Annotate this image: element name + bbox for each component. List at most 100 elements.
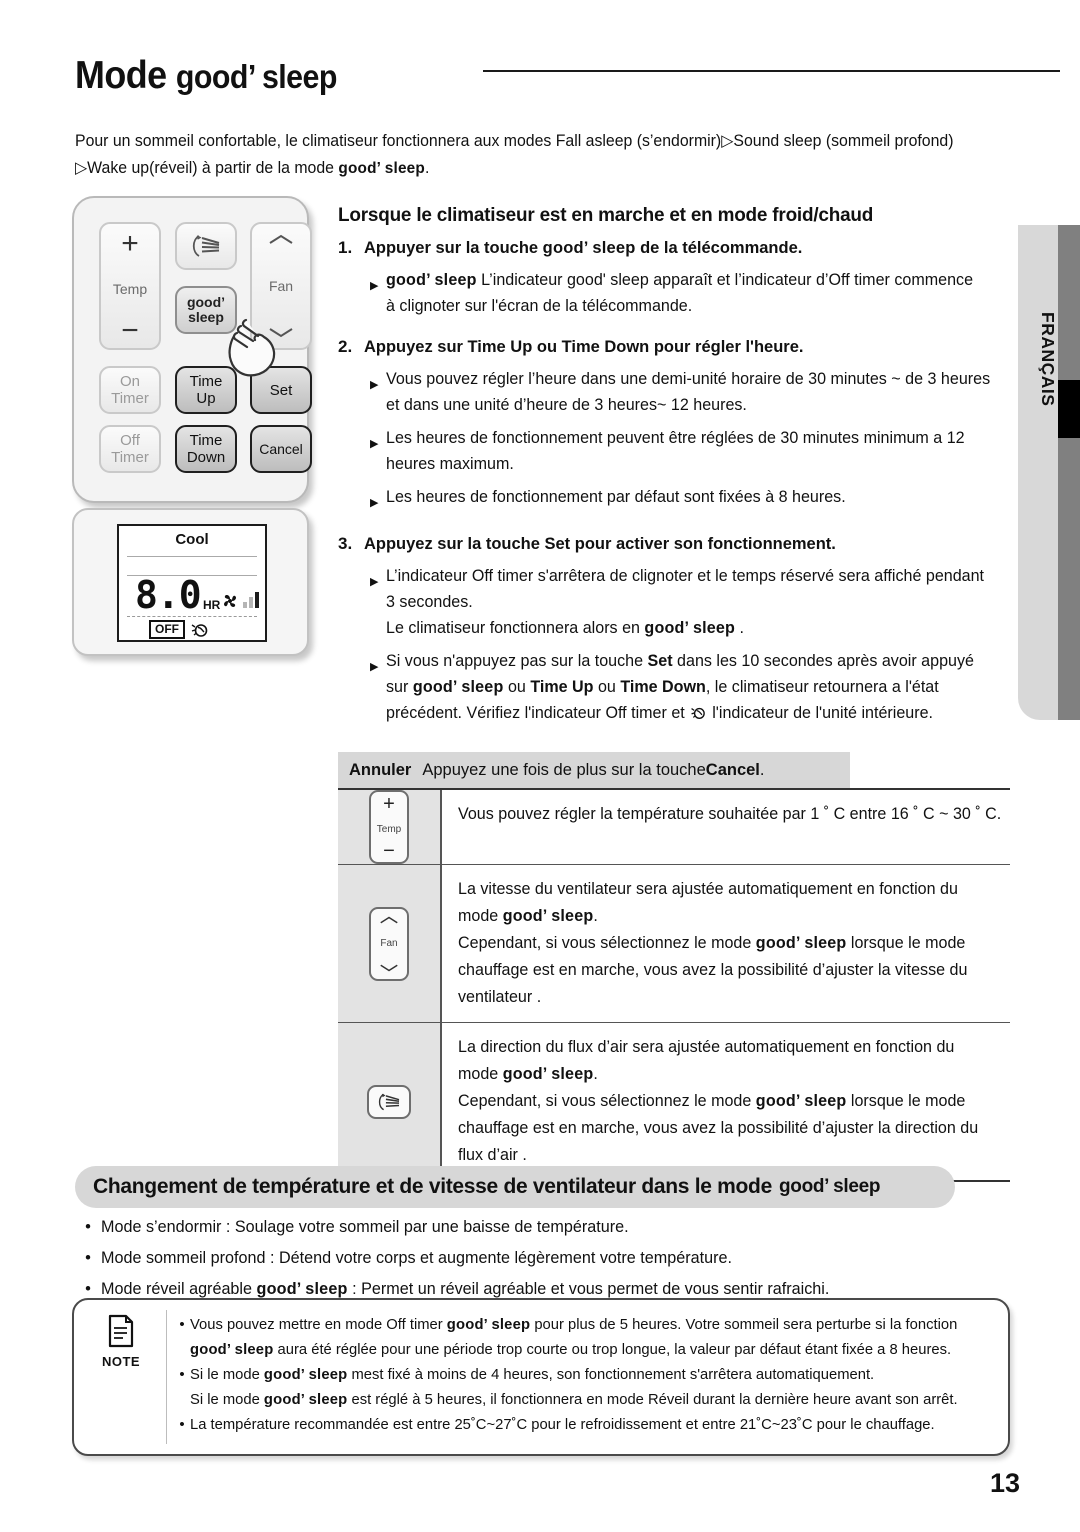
language-tab-label: FRANÇAIS <box>1038 311 1058 407</box>
annuler-label: Annuler <box>349 760 412 779</box>
step-2-number: 2. <box>338 337 353 356</box>
note1-l1a: Vous pouvez mettre en mode Off timer <box>190 1316 447 1333</box>
note2-l2a: Si le mode <box>190 1391 264 1408</box>
step-1-number: 1. <box>338 238 353 257</box>
list-item: • Vous pouvez mettre en mode Off timer g… <box>174 1312 998 1362</box>
remote-time-up-line2: Up <box>196 390 216 407</box>
s3b1-line2: 3 secondes. <box>386 593 473 611</box>
remote-time-down-button: Time Down <box>175 425 237 473</box>
row2-line5: ventilateur . <box>458 988 542 1006</box>
list-item: • Mode sommeil profond : Détend votre co… <box>75 1243 1025 1274</box>
note2-brand: good’ sleep <box>263 1366 348 1383</box>
note-box: NOTE • Vous pouvez mettre en mode Off ti… <box>72 1298 1010 1456</box>
table-cell-text: Vous pouvez régler la température souhai… <box>442 790 1023 864</box>
lcd-unit: HR <box>203 598 221 612</box>
step-1-bullet-1: ▶ good’ sleep L’indicateur good' sleep a… <box>338 267 1010 319</box>
language-tab-marker <box>1058 380 1080 438</box>
intro-paragraph: Pour un sommeil confortable, le climatis… <box>75 128 977 182</box>
bullet-triangle-icon: ▶ <box>370 280 379 292</box>
note3-l1: La température recommandée est entre 25˚… <box>190 1416 935 1433</box>
s3b2-l3b: l'indicateur de l'unité intérieure. <box>707 704 934 722</box>
s3b2-tail: , le climatiseur retournera a l'état <box>705 678 939 696</box>
remote-good-sleep-line2: sleep <box>188 309 224 325</box>
lcd-screen: Cool 8.0 HR OFF <box>117 524 267 642</box>
chevron-up-icon <box>269 234 293 244</box>
table-cell-text: La vitesse du ventilateur sera ajustée a… <box>442 865 1010 1022</box>
step-3-text: Appuyez sur la touche Set pour activer s… <box>364 534 836 553</box>
instructions-column: Lorsque le climatiseur est en marche et … <box>338 204 1010 726</box>
settings-table: + Temp − Vous pouvez régler la températu… <box>338 788 1010 1182</box>
instructions-heading: Lorsque le climatiseur est en marche et … <box>338 204 874 226</box>
remote-off-timer-line2: Timer <box>111 449 149 466</box>
s2b1-line2: et dans une unité d’heure de 3 heures~ 1… <box>386 396 747 414</box>
intro-line-1: Pour un sommeil confortable, le climatis… <box>75 132 954 150</box>
table-cell-text: La direction du flux d’air sera ajustée … <box>442 1023 1010 1180</box>
row3-line3a: Cependant, si vous sélectionnez le mode <box>458 1092 756 1110</box>
s3b1-line3: Le climatiseur fonctionnera alors en <box>386 619 645 637</box>
s3b2-mid: ou <box>503 678 531 696</box>
airflow-icon <box>378 1093 400 1110</box>
row2-line1: La vitesse du ventilateur sera ajustée a… <box>458 880 958 898</box>
step-2-bullet-2: ▶ Les heures de fonctionnement peuvent ê… <box>338 425 1010 477</box>
step-2-bullet-3: ▶ Les heures de fonctionnement par défau… <box>338 484 1010 516</box>
intro-line-2-pre: ▷Wake up(réveil) à partir de la mode <box>75 159 339 177</box>
page-title-prefix: Mode <box>75 54 176 97</box>
title-rule <box>483 70 1060 72</box>
row2-line2b: . <box>593 907 598 925</box>
bullet-triangle-icon: ▶ <box>370 438 379 450</box>
row3-line3b: lorsque le mode <box>846 1092 966 1110</box>
manual-page: Mode good’ sleep Pour un sommeil confort… <box>0 0 1080 1532</box>
plus-icon: + <box>383 793 395 815</box>
remote-set-label: Set <box>269 381 293 399</box>
list-item: • La température recommandée est entre 2… <box>174 1412 998 1437</box>
note-document-icon <box>108 1314 134 1348</box>
row2-line4: chauffage est en marche, vous avez la po… <box>458 961 968 979</box>
remote-on-timer-button: On Timer <box>99 366 161 414</box>
bullet-dot-icon: • <box>85 1249 91 1267</box>
table-row: La direction du flux d’air sera ajustée … <box>338 1023 1010 1182</box>
change-bullet-3-post: : Permet un réveil agréable et vous perm… <box>347 1280 830 1298</box>
bullet-triangle-icon: ▶ <box>370 497 379 509</box>
change-heading-pre: Changement de température et de vitesse … <box>93 1175 772 1198</box>
remote-display-illustration: Cool 8.0 HR OFF <box>72 508 309 656</box>
remote-control-illustration: + Temp − Fan good’ sleep On Timer Time U… <box>72 196 312 503</box>
remote-time-up-button: Time Up <box>175 366 237 414</box>
step-1: 1. Appuyer sur la touche good’ sleep de … <box>338 235 1010 260</box>
s2b3-line1: Les heures de fonctionnement par défaut … <box>386 488 846 506</box>
note1-l2: aura été réglée pour une période trop co… <box>273 1341 952 1358</box>
s2b2-line2: heures maximum. <box>386 455 514 473</box>
row3-line2a: mode <box>458 1065 503 1083</box>
note1-brand: good’ sleep <box>446 1316 531 1333</box>
row2-brand-2: good’ sleep <box>755 934 847 952</box>
remote-good-sleep-line1: good’ <box>186 294 226 310</box>
s3b2-l1b: dans les 10 secondes après avoir appuyé <box>672 652 974 670</box>
s1b1-brand: good’ sleep <box>386 271 477 289</box>
table-cell-icon <box>338 1023 442 1180</box>
row3-line1: La direction du flux d’air sera ajustée … <box>458 1038 955 1056</box>
page-title: Mode good’ sleep <box>75 54 337 98</box>
table-row: + Temp − Vous pouvez régler la températu… <box>338 790 1010 865</box>
remote-cancel-button: Cancel <box>250 425 312 473</box>
settings-table-wrap: Annuler Appuyez une fois de plus sur la t… <box>338 752 1010 1182</box>
step-3-bullet-1: ▶ L’indicateur Off timer s'arrêtera de c… <box>338 563 1010 641</box>
row2-line3a: Cependant, si vous sélectionnez le mode <box>458 934 756 952</box>
plus-icon: + <box>121 227 139 260</box>
bullet-triangle-icon: ▶ <box>370 576 379 588</box>
remote-temp-button: + Temp − <box>99 222 161 350</box>
s3b1-line1: L’indicateur Off timer s'arrêtera de cli… <box>386 567 985 585</box>
remote-fan-label: Fan <box>268 277 294 294</box>
page-number: 13 <box>989 1468 1020 1498</box>
language-tab-dark-strip <box>1058 225 1080 720</box>
remote-temp-label: Temp <box>112 280 148 297</box>
temp-button-icon: + Temp − <box>369 790 409 864</box>
bullet-dot-icon: • <box>179 1316 185 1333</box>
note1-l1b: pour plus de 5 heures. Votre sommeil ser… <box>530 1316 958 1333</box>
step-1-text: Appuyer sur la touche good’ sleep de la … <box>364 235 991 260</box>
remote-time-down-line2: Down <box>186 449 226 466</box>
s3b2-brand: good’ sleep <box>412 678 504 696</box>
change-section-bullets: • Mode s’endormir : Soulage votre sommei… <box>75 1212 1025 1305</box>
s2b2-line1: Les heures de fonctionnement peuvent êtr… <box>386 429 965 447</box>
chevron-down-icon <box>269 328 293 338</box>
change-bullet-3-pre: Mode réveil agréable <box>101 1280 257 1298</box>
remote-time-up-line1: Time <box>189 373 223 390</box>
